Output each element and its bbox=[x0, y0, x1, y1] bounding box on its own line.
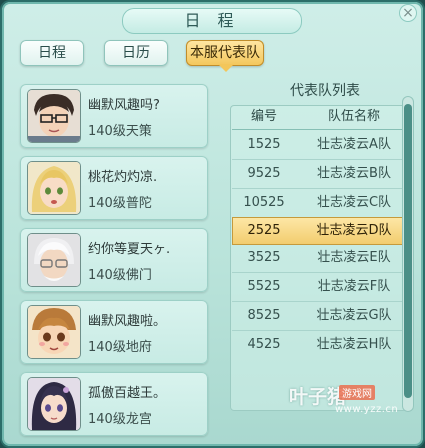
member-name: 幽默风趣啦。 bbox=[88, 314, 167, 329]
header-divider bbox=[232, 129, 412, 130]
member-name: 约你等夏天ヶ. bbox=[88, 242, 171, 257]
member-name: 孤傲百越王。 bbox=[88, 386, 167, 401]
row-divider bbox=[232, 330, 410, 331]
team-number: 3525 bbox=[247, 250, 281, 265]
row-divider bbox=[232, 188, 410, 189]
schedule-window: 日 程 × 日程 日历 本服代表队 幽默风趣吗? 140级天策 桃花灼灼凉. 1… bbox=[2, 2, 423, 446]
team-number: 10525 bbox=[243, 195, 285, 210]
tab-schedule[interactable]: 日程 bbox=[20, 40, 84, 66]
table-row[interactable]: 5525 壮志凌云F队 bbox=[232, 274, 410, 300]
watermark-url: www.yzz.cn bbox=[335, 404, 399, 415]
member-name: 幽默风趣吗? bbox=[88, 98, 160, 113]
table-row[interactable]: 3525 壮志凌云E队 bbox=[232, 245, 410, 271]
team-name: 壮志凌云A队 bbox=[317, 137, 391, 152]
member-level: 140级龙宫 bbox=[88, 412, 152, 427]
team-name: 壮志凌云H队 bbox=[316, 337, 392, 352]
member-card[interactable]: 约你等夏天ヶ. 140级佛门 bbox=[20, 228, 208, 292]
table-row[interactable]: 1525 壮志凌云A队 bbox=[232, 132, 410, 158]
tab-calendar[interactable]: 日历 bbox=[104, 40, 168, 66]
header-number: 编号 bbox=[250, 109, 277, 124]
member-level: 140级地府 bbox=[88, 340, 152, 355]
tab-server-team[interactable]: 本服代表队 bbox=[186, 40, 264, 66]
team-list-panel: 代表队列表 编号 队伍名称 1525 壮志凌云A队 9525 壮志凌云B队 10… bbox=[230, 80, 418, 412]
member-name: 桃花灼灼凉. bbox=[88, 170, 158, 185]
team-name: 壮志凌云G队 bbox=[316, 308, 392, 323]
member-list: 幽默风趣吗? 140级天策 桃花灼灼凉. 140级普陀 约你等夏天ヶ. 140级… bbox=[20, 84, 210, 444]
scrollbar-thumb[interactable] bbox=[404, 104, 412, 398]
table-row[interactable]: 8525 壮志凌云G队 bbox=[232, 303, 410, 329]
team-name: 壮志凌云E队 bbox=[317, 250, 391, 265]
team-name: 壮志凌云D队 bbox=[316, 223, 392, 238]
team-name: 壮志凌云B队 bbox=[317, 166, 391, 181]
member-level: 140级佛门 bbox=[88, 268, 152, 283]
member-level: 140级普陀 bbox=[88, 196, 152, 211]
member-level: 140级天策 bbox=[88, 124, 152, 139]
avatar-glasses-man-icon bbox=[28, 90, 80, 142]
table-row[interactable]: 10525 壮志凌云C队 bbox=[232, 190, 410, 216]
table-row[interactable]: 9525 壮志凌云B队 bbox=[232, 161, 410, 187]
team-name: 壮志凌云F队 bbox=[317, 279, 391, 294]
row-divider bbox=[232, 301, 410, 302]
active-tab-pointer-icon bbox=[218, 64, 234, 72]
watermark-logo: 叶子猪 游戏网 www.yzz.cn bbox=[289, 382, 399, 422]
header-team-name: 队伍名称 bbox=[327, 109, 380, 124]
watermark-badge: 游戏网 bbox=[339, 385, 375, 400]
member-card[interactable]: 桃花灼灼凉. 140级普陀 bbox=[20, 156, 208, 220]
row-divider bbox=[232, 159, 410, 160]
table-row[interactable]: 4525 壮志凌云H队 bbox=[232, 332, 410, 358]
avatar-elder-icon bbox=[28, 234, 80, 286]
avatar-child-icon bbox=[28, 306, 80, 358]
member-card[interactable]: 幽默风趣吗? 140级天策 bbox=[20, 84, 208, 148]
row-divider bbox=[232, 272, 410, 273]
team-number: 8525 bbox=[247, 308, 281, 323]
member-card[interactable]: 孤傲百越王。 140级龙宫 bbox=[20, 372, 208, 436]
panel-title: 代表队列表 bbox=[290, 83, 360, 99]
close-button[interactable]: × bbox=[399, 4, 417, 22]
avatar-dark-hair-girl-icon bbox=[28, 378, 80, 430]
team-number: 2525 bbox=[247, 223, 281, 238]
team-number: 5525 bbox=[247, 279, 281, 294]
avatar-blonde-girl-icon bbox=[28, 162, 80, 214]
team-list-scrollbar[interactable] bbox=[402, 96, 414, 412]
team-name: 壮志凌云C队 bbox=[316, 195, 392, 210]
team-number: 1525 bbox=[247, 137, 281, 152]
member-card[interactable]: 幽默风趣啦。 140级地府 bbox=[20, 300, 208, 364]
team-number: 9525 bbox=[247, 166, 281, 181]
window-title: 日 程 bbox=[122, 8, 302, 34]
table-row-selected[interactable]: 2525 壮志凌云D队 bbox=[232, 217, 410, 245]
team-number: 4525 bbox=[247, 337, 281, 352]
